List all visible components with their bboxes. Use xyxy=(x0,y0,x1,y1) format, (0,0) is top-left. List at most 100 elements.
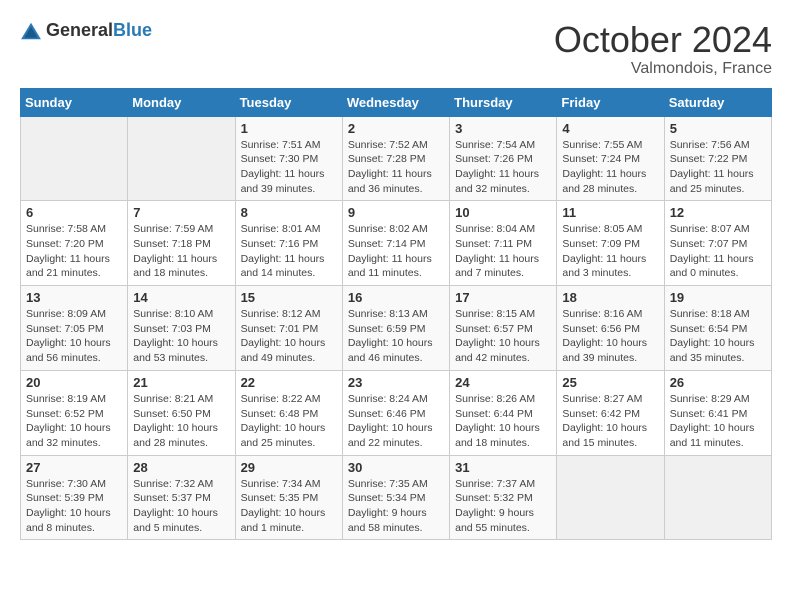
day-number: 7 xyxy=(133,205,229,220)
calendar-cell: 26Sunrise: 8:29 AM Sunset: 6:41 PM Dayli… xyxy=(664,370,771,455)
day-number: 5 xyxy=(670,121,766,136)
calendar-cell: 11Sunrise: 8:05 AM Sunset: 7:09 PM Dayli… xyxy=(557,201,664,286)
day-info: Sunrise: 8:19 AM Sunset: 6:52 PM Dayligh… xyxy=(26,392,122,451)
day-number: 9 xyxy=(348,205,444,220)
day-info: Sunrise: 8:09 AM Sunset: 7:05 PM Dayligh… xyxy=(26,307,122,366)
day-number: 4 xyxy=(562,121,658,136)
calendar-cell: 21Sunrise: 8:21 AM Sunset: 6:50 PM Dayli… xyxy=(128,370,235,455)
day-info: Sunrise: 8:24 AM Sunset: 6:46 PM Dayligh… xyxy=(348,392,444,451)
calendar-week-row: 27 Sunrise: 7:30 AM Sunset: 5:39 PM Dayli… xyxy=(21,455,772,540)
day-info: Sunrise: 8:22 AM Sunset: 6:48 PM Dayligh… xyxy=(241,392,337,451)
logo-blue: Blue xyxy=(113,20,152,40)
day-number: 17 xyxy=(455,290,551,305)
day-number: 18 xyxy=(562,290,658,305)
day-info: Sunrise: 8:15 AM Sunset: 6:57 PM Dayligh… xyxy=(455,307,551,366)
day-number: 8 xyxy=(241,205,337,220)
day-number: 23 xyxy=(348,375,444,390)
day-number: 24 xyxy=(455,375,551,390)
calendar-cell: 28Sunrise: 7:32 AM Sunset: 5:37 PM Dayli… xyxy=(128,455,235,540)
day-number: 22 xyxy=(241,375,337,390)
calendar-cell xyxy=(128,116,235,201)
day-number: 29 xyxy=(241,460,337,475)
calendar-cell: 3Sunrise: 7:54 AM Sunset: 7:26 PM Daylig… xyxy=(450,116,557,201)
day-info: Sunrise: 8:10 AM Sunset: 7:03 PM Dayligh… xyxy=(133,307,229,366)
day-number: 21 xyxy=(133,375,229,390)
day-number: 10 xyxy=(455,205,551,220)
day-info: Sunrise: 8:18 AM Sunset: 6:54 PM Dayligh… xyxy=(670,307,766,366)
calendar-cell: 10 Sunrise: 8:04 AM Sunset: 7:11 PM Dayli… xyxy=(450,201,557,286)
day-info: Sunrise: 7:56 AM Sunset: 7:22 PM Dayligh… xyxy=(670,138,766,197)
calendar-cell xyxy=(557,455,664,540)
calendar-cell: 18 Sunrise: 8:16 AM Sunset: 6:56 PM Dayli… xyxy=(557,286,664,371)
calendar-cell: 27 Sunrise: 7:30 AM Sunset: 5:39 PM Dayli… xyxy=(21,455,128,540)
day-info: Sunrise: 8:02 AM Sunset: 7:14 PM Dayligh… xyxy=(348,222,444,281)
day-header-tuesday: Tuesday xyxy=(235,88,342,116)
calendar-week-row: 13 Sunrise: 8:09 AM Sunset: 7:05 PM Dayli… xyxy=(21,286,772,371)
calendar-cell: 6 Sunrise: 7:58 AM Sunset: 7:20 PM Daylig… xyxy=(21,201,128,286)
calendar-cell: 2Sunrise: 7:52 AM Sunset: 7:28 PM Daylig… xyxy=(342,116,449,201)
calendar-cell xyxy=(21,116,128,201)
day-info: Sunrise: 8:12 AM Sunset: 7:01 PM Dayligh… xyxy=(241,307,337,366)
calendar-cell xyxy=(664,455,771,540)
calendar-cell: 7 Sunrise: 7:59 AM Sunset: 7:18 PM Daylig… xyxy=(128,201,235,286)
calendar-cell: 31 Sunrise: 7:37 AM Sunset: 5:32 PM Dayli… xyxy=(450,455,557,540)
day-number: 14 xyxy=(133,290,229,305)
day-info: Sunrise: 7:32 AM Sunset: 5:37 PM Dayligh… xyxy=(133,477,229,536)
logo-general: General xyxy=(46,20,113,40)
day-number: 30 xyxy=(348,460,444,475)
calendar-cell: 13 Sunrise: 8:09 AM Sunset: 7:05 PM Dayli… xyxy=(21,286,128,371)
day-info: Sunrise: 8:07 AM Sunset: 7:07 PM Dayligh… xyxy=(670,222,766,281)
calendar-header-row: SundayMondayTuesdayWednesdayThursdayFrid… xyxy=(21,88,772,116)
day-info: Sunrise: 7:30 AM Sunset: 5:39 PM Dayligh… xyxy=(26,477,122,536)
day-number: 27 xyxy=(26,460,122,475)
calendar-cell: 29 Sunrise: 7:34 AM Sunset: 5:35 PM Dayli… xyxy=(235,455,342,540)
day-header-saturday: Saturday xyxy=(664,88,771,116)
title-block: October 2024 Valmondois, France xyxy=(554,20,772,78)
day-header-monday: Monday xyxy=(128,88,235,116)
day-number: 6 xyxy=(26,205,122,220)
calendar-table: SundayMondayTuesdayWednesdayThursdayFrid… xyxy=(20,88,772,541)
page-header: GeneralBlue October 2024 Valmondois, Fra… xyxy=(20,20,772,78)
calendar-cell: 19 Sunrise: 8:18 AM Sunset: 6:54 PM Dayli… xyxy=(664,286,771,371)
day-header-thursday: Thursday xyxy=(450,88,557,116)
calendar-cell: 15 Sunrise: 8:12 AM Sunset: 7:01 PM Dayli… xyxy=(235,286,342,371)
calendar-cell: 12 Sunrise: 8:07 AM Sunset: 7:07 PM Dayli… xyxy=(664,201,771,286)
day-info: Sunrise: 8:05 AM Sunset: 7:09 PM Dayligh… xyxy=(562,222,658,281)
day-info: Sunrise: 7:55 AM Sunset: 7:24 PM Dayligh… xyxy=(562,138,658,197)
day-number: 16 xyxy=(348,290,444,305)
day-number: 31 xyxy=(455,460,551,475)
calendar-cell: 1Sunrise: 7:51 AM Sunset: 7:30 PM Daylig… xyxy=(235,116,342,201)
day-number: 15 xyxy=(241,290,337,305)
day-number: 19 xyxy=(670,290,766,305)
day-info: Sunrise: 8:13 AM Sunset: 6:59 PM Dayligh… xyxy=(348,307,444,366)
logo-icon xyxy=(20,20,42,42)
day-info: Sunrise: 7:58 AM Sunset: 7:20 PM Dayligh… xyxy=(26,222,122,281)
location-title: Valmondois, France xyxy=(554,60,772,78)
day-number: 13 xyxy=(26,290,122,305)
day-info: Sunrise: 7:35 AM Sunset: 5:34 PM Dayligh… xyxy=(348,477,444,536)
day-info: Sunrise: 7:51 AM Sunset: 7:30 PM Dayligh… xyxy=(241,138,337,197)
calendar-cell: 30 Sunrise: 7:35 AM Sunset: 5:34 PM Dayli… xyxy=(342,455,449,540)
day-info: Sunrise: 7:52 AM Sunset: 7:28 PM Dayligh… xyxy=(348,138,444,197)
day-header-friday: Friday xyxy=(557,88,664,116)
day-info: Sunrise: 7:59 AM Sunset: 7:18 PM Dayligh… xyxy=(133,222,229,281)
day-info: Sunrise: 8:29 AM Sunset: 6:41 PM Dayligh… xyxy=(670,392,766,451)
day-number: 20 xyxy=(26,375,122,390)
calendar-week-row: 20 Sunrise: 8:19 AM Sunset: 6:52 PM Dayli… xyxy=(21,370,772,455)
day-info: Sunrise: 8:01 AM Sunset: 7:16 PM Dayligh… xyxy=(241,222,337,281)
calendar-cell: 24Sunrise: 8:26 AM Sunset: 6:44 PM Dayli… xyxy=(450,370,557,455)
day-info: Sunrise: 7:37 AM Sunset: 5:32 PM Dayligh… xyxy=(455,477,551,536)
day-number: 25 xyxy=(562,375,658,390)
calendar-cell: 17 Sunrise: 8:15 AM Sunset: 6:57 PM Dayli… xyxy=(450,286,557,371)
day-info: Sunrise: 8:16 AM Sunset: 6:56 PM Dayligh… xyxy=(562,307,658,366)
calendar-cell: 8 Sunrise: 8:01 AM Sunset: 7:16 PM Daylig… xyxy=(235,201,342,286)
day-info: Sunrise: 7:34 AM Sunset: 5:35 PM Dayligh… xyxy=(241,477,337,536)
calendar-cell: 4 Sunrise: 7:55 AM Sunset: 7:24 PM Daylig… xyxy=(557,116,664,201)
calendar-week-row: 1Sunrise: 7:51 AM Sunset: 7:30 PM Daylig… xyxy=(21,116,772,201)
day-header-sunday: Sunday xyxy=(21,88,128,116)
day-info: Sunrise: 8:04 AM Sunset: 7:11 PM Dayligh… xyxy=(455,222,551,281)
logo: GeneralBlue xyxy=(20,20,152,42)
day-number: 12 xyxy=(670,205,766,220)
month-title: October 2024 xyxy=(554,20,772,60)
calendar-week-row: 6 Sunrise: 7:58 AM Sunset: 7:20 PM Daylig… xyxy=(21,201,772,286)
